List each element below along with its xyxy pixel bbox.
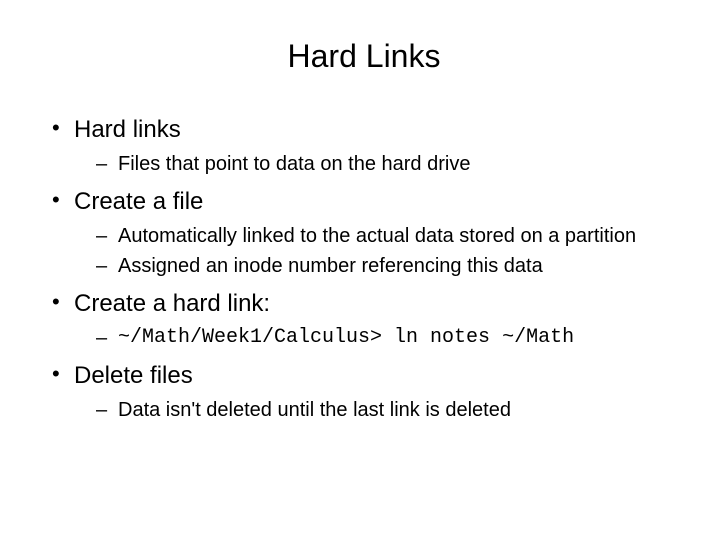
sub-bullet-text: Data isn't deleted until the last link i…: [118, 399, 511, 421]
sub-list: Data isn't deleted until the last link i…: [74, 397, 680, 423]
sub-bullet-text: Automatically linked to the actual data …: [118, 225, 636, 247]
sub-list: ~/Math/Week1/Calculus> ln notes ~/Math: [74, 325, 680, 351]
bullet-text: Create a file: [74, 188, 203, 215]
sub-list: Files that point to data on the hard dri…: [74, 151, 680, 177]
bullet-text: Create a hard link:: [74, 290, 270, 317]
bullet-hard-links: Hard links Files that point to data on t…: [48, 115, 680, 177]
sub-bullet-text: Files that point to data on the hard dri…: [118, 153, 470, 175]
bullet-create-hard-link: Create a hard link: ~/Math/Week1/Calculu…: [48, 289, 680, 351]
sub-list: Automatically linked to the actual data …: [74, 223, 680, 279]
bullet-delete-files: Delete files Data isn't deleted until th…: [48, 361, 680, 423]
sub-bullet-command: ~/Math/Week1/Calculus> ln notes ~/Math: [118, 326, 574, 349]
sub-bullet: Files that point to data on the hard dri…: [74, 151, 680, 177]
sub-bullet: Data isn't deleted until the last link i…: [74, 397, 680, 423]
sub-bullet: ~/Math/Week1/Calculus> ln notes ~/Math: [74, 325, 680, 351]
sub-bullet-text: Assigned an inode number referencing thi…: [118, 255, 543, 277]
sub-bullet: Automatically linked to the actual data …: [74, 223, 680, 249]
sub-bullet: Assigned an inode number referencing thi…: [74, 253, 680, 279]
bullet-list: Hard links Files that point to data on t…: [48, 115, 680, 423]
bullet-create-file: Create a file Automatically linked to th…: [48, 187, 680, 279]
slide-title: Hard Links: [48, 38, 680, 75]
bullet-text: Delete files: [74, 362, 193, 389]
bullet-text: Hard links: [74, 116, 181, 143]
slide: Hard Links Hard links Files that point t…: [0, 0, 720, 540]
